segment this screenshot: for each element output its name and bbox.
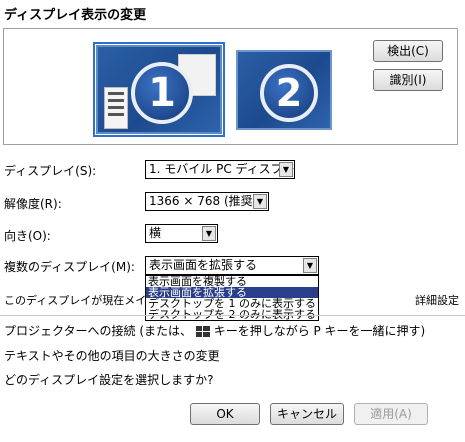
- multi-display-select[interactable]: 表示画面を拡張する ▼: [145, 256, 319, 275]
- cancel-button[interactable]: キャンセル: [270, 403, 344, 425]
- dropdown-option[interactable]: 表示画面を複製する: [146, 276, 318, 287]
- display-select-value: 1. モバイル PC ディスプレイ: [149, 162, 295, 176]
- dropdown-option-highlighted[interactable]: 表示画面を拡張する: [146, 287, 318, 298]
- display-select[interactable]: 1. モバイル PC ディスプレイ ▼: [145, 160, 295, 179]
- resolution-select-value: 1366 × 768 (推奨): [149, 194, 258, 208]
- chevron-down-icon: ▼: [279, 162, 293, 177]
- multi-display-select-value: 表示画面を拡張する: [149, 258, 258, 272]
- projector-link-text: プロジェクターへの接続 (または、: [4, 324, 193, 338]
- ok-button[interactable]: OK: [190, 403, 260, 425]
- monitor-2[interactable]: 2: [236, 50, 332, 130]
- orientation-select-value: 横: [149, 226, 162, 240]
- advanced-settings-link[interactable]: 詳細設定: [415, 292, 459, 308]
- resolution-select[interactable]: 1366 × 768 (推奨) ▼: [145, 192, 269, 211]
- multi-display-label: 複数のディスプレイ(M):: [4, 260, 135, 274]
- page-title: ディスプレイ表示の変更: [4, 8, 147, 23]
- monitor-number-badge: 1: [131, 62, 193, 124]
- text-size-link[interactable]: テキストやその他の項目の大きさの変更: [4, 347, 220, 364]
- identify-button[interactable]: 識別(I): [373, 69, 443, 91]
- apply-button[interactable]: 適用(A): [354, 403, 428, 425]
- which-settings-link[interactable]: どのディスプレイ設定を選択しますか?: [4, 371, 214, 388]
- chevron-down-icon: ▼: [202, 226, 216, 241]
- orientation-label: 向き(O):: [4, 229, 51, 243]
- display-label: ディスプレイ(S):: [4, 164, 97, 178]
- monitor-1[interactable]: 1: [93, 42, 225, 137]
- windows-logo-icon: [195, 326, 210, 337]
- chevron-down-icon: ▼: [253, 194, 267, 209]
- section-divider: [0, 315, 465, 316]
- detect-button[interactable]: 検出(C): [373, 40, 443, 62]
- projector-link[interactable]: プロジェクターへの接続 (または、 キーを押しながら P キーを一緒に押す): [4, 322, 425, 339]
- chevron-down-icon: ▼: [303, 258, 317, 273]
- orientation-select[interactable]: 横 ▼: [145, 224, 218, 243]
- window-thumbnail: [104, 87, 128, 129]
- dropdown-option[interactable]: デスクトップを 1 のみに表示する: [146, 298, 318, 309]
- resolution-label: 解像度(R):: [4, 197, 62, 211]
- projector-link-text-2: キーを押しながら P キーを一緒に押す): [213, 324, 426, 338]
- monitor-number-badge: 2: [260, 64, 318, 122]
